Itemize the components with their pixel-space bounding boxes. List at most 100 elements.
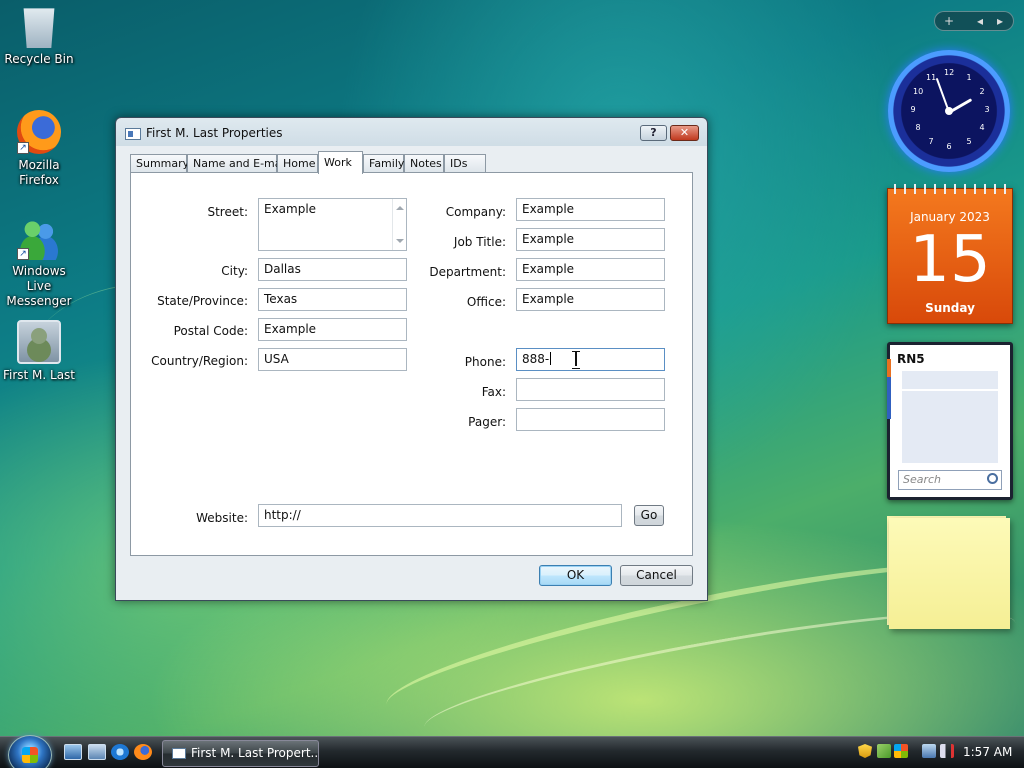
contacts-search-input[interactable]: Search xyxy=(898,470,1002,490)
contact-row[interactable] xyxy=(902,391,998,409)
firefox-icon: ↗ xyxy=(17,110,61,154)
show-desktop-icon[interactable] xyxy=(64,744,82,760)
previous-gadgets-button[interactable]: ◂ xyxy=(977,12,983,30)
contacts-gadget: RN5 Search xyxy=(887,342,1013,500)
taskbar-window-button[interactable]: First M. Last Propert... xyxy=(162,740,319,767)
contact-row[interactable] xyxy=(902,445,998,463)
calendar-gadget[interactable]: January 2023 15 Sunday xyxy=(887,184,1013,324)
clock-gadget[interactable]: 12 1 2 3 4 5 6 7 8 9 10 11 xyxy=(888,50,1010,172)
clock-number: 2 xyxy=(979,87,985,96)
contact-card-icon xyxy=(172,748,186,759)
window-title: First M. Last Properties xyxy=(146,126,283,140)
clock-number: 7 xyxy=(928,137,934,146)
internet-explorer-icon[interactable] xyxy=(111,744,129,760)
contact-icon xyxy=(17,320,61,364)
contact-row[interactable] xyxy=(902,409,998,427)
desktop-icon-label: First M. Last xyxy=(2,368,76,382)
postal-code-field[interactable]: Example xyxy=(258,318,407,341)
windows-flag-tray-icon[interactable] xyxy=(894,744,908,758)
country-field[interactable]: USA xyxy=(258,348,407,371)
job-title-field[interactable]: Example xyxy=(516,228,665,251)
add-gadget-button[interactable]: + xyxy=(944,12,954,30)
messenger-icon: ↗ xyxy=(17,216,61,260)
tab-notes[interactable]: Notes xyxy=(404,154,444,173)
company-field[interactable]: Example xyxy=(516,198,665,221)
clock-number: 8 xyxy=(915,123,921,132)
sticky-note-gadget[interactable] xyxy=(889,518,1010,629)
street-scrollbar[interactable] xyxy=(392,199,406,250)
pager-label: Pager: xyxy=(468,415,506,429)
firefox-quicklaunch-icon[interactable] xyxy=(134,744,152,760)
clock-number: 5 xyxy=(966,137,972,146)
switch-windows-icon[interactable] xyxy=(88,744,106,760)
shortcut-arrow-icon: ↗ xyxy=(17,142,29,154)
country-label: Country/Region: xyxy=(151,354,248,368)
department-label: Department: xyxy=(429,265,506,279)
fax-label: Fax: xyxy=(481,385,506,399)
desktop-icon-label: Windows Live Messenger xyxy=(6,264,72,308)
next-gadgets-button[interactable]: ▸ xyxy=(997,12,1003,30)
clock-number: 11 xyxy=(926,73,937,82)
close-button[interactable]: ✕ xyxy=(670,125,699,141)
phone-field[interactable]: 888- xyxy=(516,348,665,371)
tab-ids[interactable]: IDs xyxy=(444,154,486,173)
contact-row[interactable] xyxy=(902,427,998,445)
cancel-button[interactable]: Cancel xyxy=(620,565,693,586)
calendar-rings xyxy=(888,184,1012,194)
tab-home[interactable]: Home xyxy=(277,154,318,173)
desktop-icon-windows-live-messenger[interactable]: ↗ Windows Live Messenger xyxy=(0,216,78,309)
desktop-icon-firefox[interactable]: ↗ Mozilla Firefox xyxy=(0,110,78,188)
state-field[interactable]: Texas xyxy=(258,288,407,311)
clock-number: 6 xyxy=(946,142,952,151)
tab-family[interactable]: Family xyxy=(363,154,404,173)
office-field[interactable]: Example xyxy=(516,288,665,311)
contact-row[interactable] xyxy=(902,371,998,389)
calendar-day: 15 xyxy=(909,223,991,297)
clock-number: 9 xyxy=(910,105,916,114)
state-label: State/Province: xyxy=(157,294,248,308)
contact-card-icon xyxy=(125,128,141,140)
department-field[interactable]: Example xyxy=(516,258,665,281)
desktop-icon-contact[interactable]: First M. Last xyxy=(0,320,78,383)
clock-number: 4 xyxy=(979,123,985,132)
fax-field[interactable] xyxy=(516,378,665,401)
phone-value: 888- xyxy=(522,352,550,366)
help-button[interactable]: ? xyxy=(640,125,667,141)
calendar-month: January 2023 xyxy=(910,210,990,224)
network-icon[interactable] xyxy=(922,744,936,758)
website-field[interactable]: http:// xyxy=(258,504,622,527)
ok-button[interactable]: OK xyxy=(539,565,612,586)
search-icon[interactable] xyxy=(987,473,998,484)
start-button[interactable] xyxy=(8,735,52,768)
tab-name-and-email[interactable]: Name and E-mail xyxy=(187,154,288,173)
desktop-icon-label: Mozilla Firefox xyxy=(18,158,60,187)
recycle-bin-icon xyxy=(23,8,55,48)
calendar-weekday: Sunday xyxy=(925,301,975,315)
street-field[interactable]: Example xyxy=(258,198,407,251)
go-button[interactable]: Go xyxy=(634,505,664,526)
desktop-icon-label: Recycle Bin xyxy=(4,52,74,66)
shortcut-arrow-icon: ↗ xyxy=(17,248,29,260)
tab-summary[interactable]: Summary xyxy=(130,154,189,173)
contacts-gadget-title: RN5 xyxy=(897,352,925,366)
city-field[interactable]: Dallas xyxy=(258,258,407,281)
contacts-tab-strip xyxy=(887,359,891,419)
volume-muted-icon[interactable] xyxy=(940,744,954,758)
text-caret xyxy=(550,352,552,365)
phone-label: Phone: xyxy=(464,355,506,369)
street-value: Example xyxy=(264,202,317,216)
company-label: Company: xyxy=(445,205,506,219)
title-bar[interactable]: First M. Last Properties ? ✕ xyxy=(116,118,707,146)
update-icon[interactable] xyxy=(877,744,891,758)
taskbar-clock[interactable]: 1:57 AM xyxy=(963,745,1012,759)
desktop-icon-recycle-bin[interactable]: Recycle Bin xyxy=(0,4,78,67)
clock-number: 10 xyxy=(913,87,924,96)
clock-number: 1 xyxy=(966,73,972,82)
taskbar-window-label: First M. Last Propert... xyxy=(191,746,319,760)
work-tab-panel: Street: City: State/Province: Postal Cod… xyxy=(130,172,693,556)
sidebar-controls: + ◂ ▸ xyxy=(934,11,1014,31)
pager-field[interactable] xyxy=(516,408,665,431)
city-label: City: xyxy=(221,264,248,278)
clock-number: 3 xyxy=(984,105,990,114)
tab-work[interactable]: Work xyxy=(318,151,363,174)
